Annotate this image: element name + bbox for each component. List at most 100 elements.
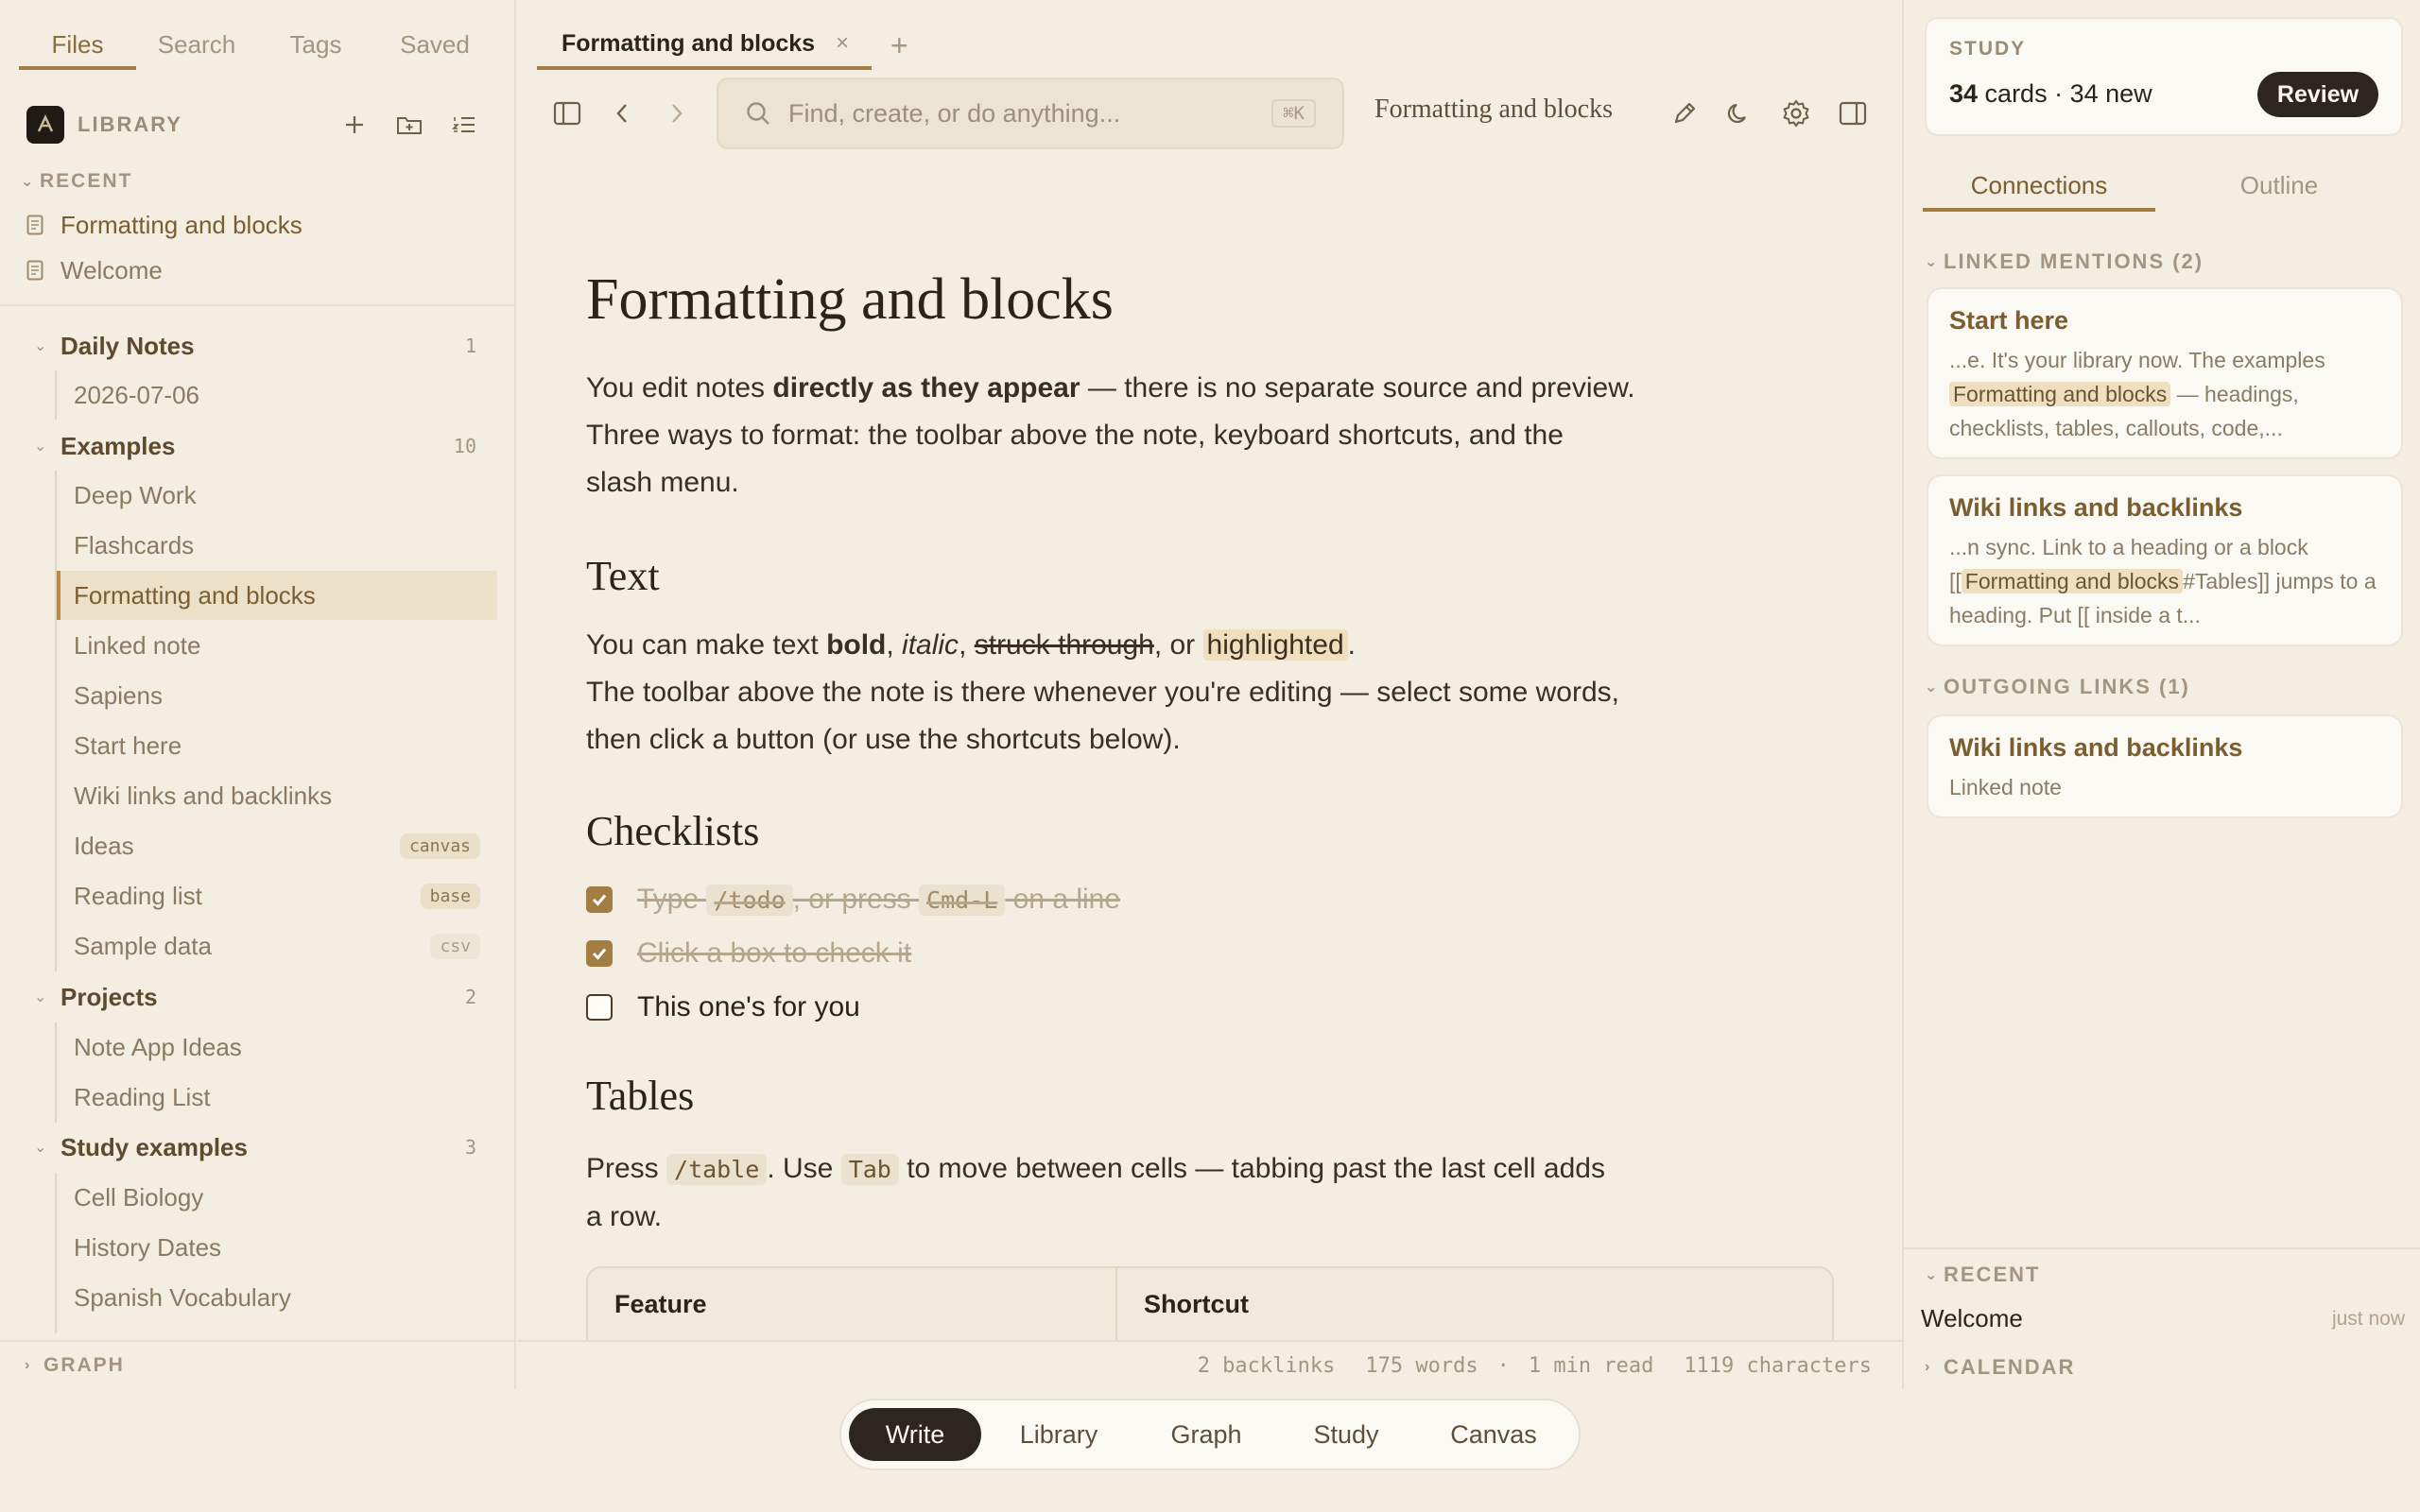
folder-examples[interactable]: ⌄ Examples 10 — [34, 423, 476, 469]
checklist-item[interactable]: This one's for you — [586, 984, 860, 1031]
note-title[interactable]: Formatting and blocks — [586, 266, 1114, 334]
chevron-down-icon: ⌄ — [34, 338, 47, 354]
graph-section-toggle[interactable]: › GRAPH — [0, 1340, 514, 1389]
right-recent-toggle[interactable]: ⌄ RECENT — [1925, 1263, 2040, 1287]
status-bar: 2 backlinks 175 words · 1 min read 1119 … — [518, 1340, 1902, 1389]
tree-item[interactable]: Deep Work — [57, 471, 497, 520]
text-paragraph[interactable]: You can make text bold, italic, struck t… — [586, 622, 1635, 764]
nav-write[interactable]: Write — [849, 1408, 981, 1461]
folder-count: 10 — [453, 435, 476, 457]
chevron-down-icon: ⌄ — [1925, 254, 1940, 270]
folder-name: Study examples — [60, 1132, 248, 1161]
nav-graph[interactable]: Graph — [1136, 1408, 1276, 1461]
nav-canvas[interactable]: Canvas — [1416, 1408, 1571, 1461]
tree-item-label: Wiki links and backlinks — [74, 781, 333, 810]
new-tab-icon[interactable]: + — [890, 28, 908, 63]
tree-item[interactable]: Wiki links and backlinks — [57, 771, 497, 820]
tab-files[interactable]: Files — [19, 25, 136, 70]
back-icon[interactable] — [603, 94, 641, 132]
nav-study[interactable]: Study — [1276, 1408, 1416, 1461]
tree-item-label: Reading List — [74, 1082, 211, 1111]
heading-tables[interactable]: Tables — [586, 1072, 694, 1120]
settings-gear-icon[interactable] — [1777, 94, 1815, 132]
tree-item[interactable]: Cell Biology — [57, 1173, 497, 1222]
tab-search[interactable]: Search — [138, 25, 255, 70]
tree-item-label: Start here — [74, 730, 182, 760]
tree-item[interactable]: Start here — [57, 721, 497, 770]
toggle-sidebar-icon[interactable] — [548, 94, 586, 132]
checkbox-checked[interactable] — [586, 940, 613, 967]
checkbox-unchecked[interactable] — [586, 994, 613, 1021]
tab-connections[interactable]: Connections — [1923, 163, 2155, 212]
tree-item[interactable]: Note App Ideas — [57, 1022, 497, 1072]
outgoing-links-toggle[interactable]: ⌄ OUTGOING LINKS (1) — [1925, 675, 2190, 699]
intro-paragraph[interactable]: You edit notes directly as they appear —… — [586, 365, 1635, 507]
tree-item[interactable]: 2026-07-06 — [57, 370, 497, 420]
inline-code: Tab — [840, 1154, 899, 1185]
linked-mentions-title: LINKED MENTIONS (2) — [1944, 249, 2204, 273]
close-tab-icon[interactable]: × — [836, 30, 849, 57]
tree-item[interactable]: Sapiens — [57, 671, 497, 720]
checklist-item[interactable]: Type /todo, or press Cmd-L on a line — [586, 876, 1120, 923]
toggle-right-panel-icon[interactable] — [1834, 94, 1872, 132]
tree-item[interactable]: Ideas canvas — [57, 821, 497, 870]
table-header-cell[interactable]: Shortcut — [1117, 1268, 1249, 1340]
forward-icon[interactable] — [658, 94, 696, 132]
new-folder-icon[interactable] — [382, 104, 437, 146]
review-button[interactable]: Review — [2257, 72, 2378, 117]
recent-section-toggle[interactable]: ⌄ RECENT — [21, 170, 132, 193]
mention-card[interactable]: Start here ...e. It's your library now. … — [1927, 287, 2403, 459]
tree-item[interactable]: Linked note — [57, 621, 497, 670]
inline-code: /table — [666, 1154, 768, 1185]
tree-item[interactable]: Reading List — [57, 1073, 497, 1122]
linked-mentions-toggle[interactable]: ⌄ LINKED MENTIONS (2) — [1925, 249, 2204, 274]
study-count: 34 cards · 34 new — [1949, 79, 2152, 108]
dark-mode-moon-icon[interactable] — [1720, 94, 1758, 132]
chevron-right-icon: › — [1925, 1359, 1932, 1375]
outgoing-link-title: Wiki links and backlinks — [1949, 733, 2243, 762]
recent-item-label: Formatting and blocks — [60, 210, 302, 239]
search-placeholder: Find, create, or do anything... — [788, 98, 1121, 128]
toolbar-note-title: Formatting and blocks — [1374, 94, 1613, 124]
new-note-icon[interactable] — [327, 104, 382, 146]
recent-item[interactable]: Welcome — [26, 249, 163, 291]
tree-item[interactable]: Spanish Vocabulary — [57, 1273, 497, 1322]
heading-checklists[interactable]: Checklists — [586, 807, 759, 855]
backlinks-count[interactable]: 2 backlinks — [1198, 1354, 1336, 1378]
tree-item-label: Cell Biology — [74, 1182, 204, 1211]
recent-item[interactable]: Formatting and blocks — [26, 204, 302, 246]
divider — [0, 304, 514, 306]
folder-daily-notes[interactable]: ⌄ Daily Notes 1 — [34, 323, 476, 369]
calendar-toggle[interactable]: › CALENDAR — [1925, 1355, 2075, 1380]
document-tab[interactable]: Formatting and blocks × — [537, 21, 872, 70]
tree-item[interactable]: History Dates — [57, 1223, 497, 1272]
italic-text: italic — [902, 629, 959, 661]
sort-list-icon[interactable] — [437, 104, 492, 146]
highlighted-text: highlighted — [1202, 629, 1348, 661]
edit-pencil-icon[interactable] — [1666, 94, 1703, 132]
folder-study-examples[interactable]: ⌄ Study examples 3 — [34, 1125, 476, 1170]
tree-item-selected[interactable]: Formatting and blocks — [57, 571, 497, 620]
nav-library[interactable]: Library — [981, 1408, 1136, 1461]
tables-paragraph[interactable]: Press /table. Use Tab to move between ce… — [586, 1145, 1626, 1241]
right-recent-title: RECENT — [1944, 1263, 2041, 1286]
right-recent-item[interactable]: Welcome just now — [1921, 1304, 2405, 1333]
tree-item[interactable]: Reading list base — [57, 871, 497, 920]
folder-projects[interactable]: ⌄ Projects 2 — [34, 974, 476, 1020]
table-header-cell[interactable]: Feature — [588, 1268, 707, 1340]
tab-outline[interactable]: Outline — [2163, 163, 2395, 212]
mention-card[interactable]: Wiki links and backlinks ...n sync. Link… — [1927, 474, 2403, 646]
tree-item-label: Reading list — [74, 881, 202, 910]
outgoing-link-card[interactable]: Wiki links and backlinks Linked note — [1927, 714, 2403, 818]
checklist-item[interactable]: Click a box to check it — [586, 930, 911, 977]
heading-text[interactable]: Text — [586, 552, 660, 600]
file-type-badge: canvas — [399, 833, 480, 859]
tree-item[interactable]: Sample data csv — [57, 921, 497, 971]
tree-item[interactable]: Flashcards — [57, 521, 497, 570]
checkbox-checked[interactable] — [586, 886, 613, 913]
recent-item-label: Welcome — [60, 255, 163, 284]
tab-saved[interactable]: Saved — [376, 25, 493, 70]
tab-tags[interactable]: Tags — [257, 25, 374, 70]
command-search-input[interactable]: Find, create, or do anything... ⌘K — [717, 77, 1344, 149]
tree-item-label: Sapiens — [74, 680, 163, 710]
